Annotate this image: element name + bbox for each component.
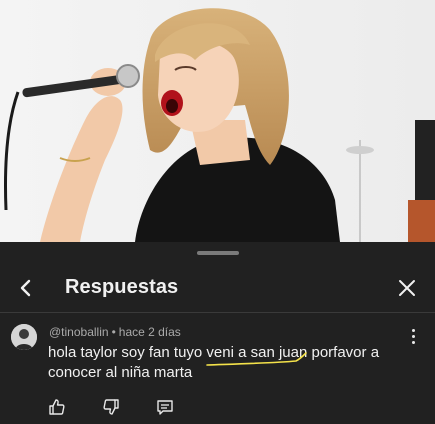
sheet-header: Respuestas xyxy=(0,264,435,312)
sheet-title: Respuestas xyxy=(65,276,179,298)
more-dot-icon xyxy=(411,340,415,344)
drag-handle[interactable] xyxy=(197,251,239,255)
comment-time: hace 2 días xyxy=(118,325,181,339)
avatar-image xyxy=(11,324,37,350)
comment-item: @tinoballin • hace 2 días hola taylor soy … xyxy=(0,313,435,424)
dislike-button[interactable] xyxy=(99,395,123,419)
video-frame xyxy=(0,0,435,242)
avatar[interactable] xyxy=(11,324,37,350)
close-button[interactable] xyxy=(391,272,423,304)
more-options-button[interactable] xyxy=(405,326,421,346)
comment-actions xyxy=(45,395,207,419)
more-dot-icon xyxy=(411,328,415,332)
comment-meta: @tinoballin • hace 2 días xyxy=(49,325,181,339)
back-arrow-icon xyxy=(20,279,31,297)
close-icon xyxy=(399,280,415,296)
thumbs-down-icon xyxy=(103,399,119,415)
more-dot-icon xyxy=(411,334,415,338)
video-player[interactable] xyxy=(0,0,435,242)
comment-author[interactable]: @tinoballin xyxy=(49,325,109,339)
like-button[interactable] xyxy=(45,395,69,419)
reply-button[interactable] xyxy=(153,395,177,419)
meta-separator: • xyxy=(111,325,116,339)
back-button[interactable] xyxy=(10,272,42,304)
replies-sheet: Respuestas @tinoballin • hace 2 días hola … xyxy=(0,242,435,424)
reply-icon xyxy=(157,400,173,415)
comment-text: hola taylor soy fan tuyo veni a san juan… xyxy=(48,344,380,381)
thumbs-up-icon xyxy=(49,399,65,415)
